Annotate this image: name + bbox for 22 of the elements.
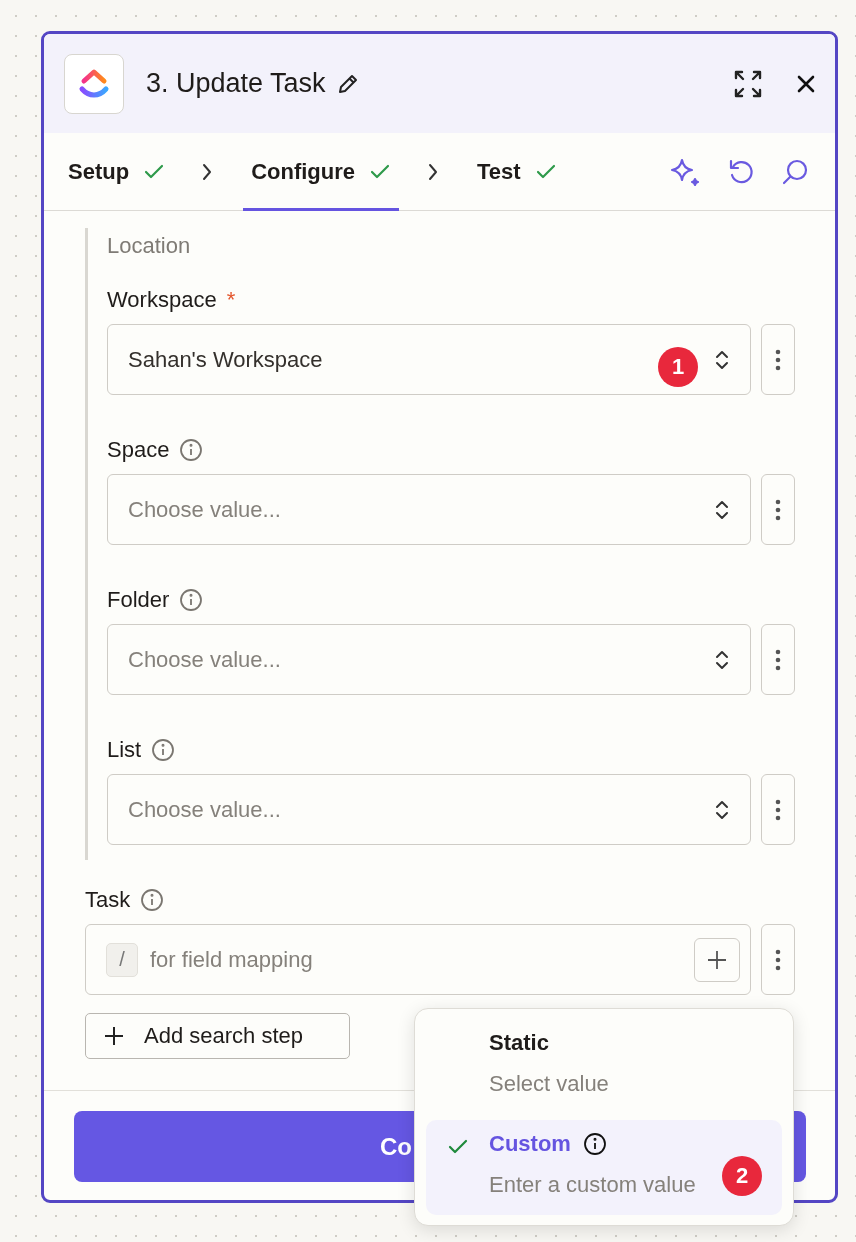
field-placeholder: Choose value... (128, 796, 281, 823)
option-description: Enter a custom value (489, 1172, 696, 1198)
number-badge: 1 (658, 346, 698, 387)
step-label: Configure (251, 158, 355, 185)
option-title: Custom (489, 1131, 571, 1157)
number-badge: 2 (722, 1156, 762, 1196)
panel-title: 3. Update Task (146, 68, 326, 99)
field-label: Task (85, 887, 131, 913)
option-title: Static (489, 1030, 549, 1056)
step-label: Setup (68, 158, 130, 185)
field-label: Workspace (107, 287, 217, 313)
section-heading: Location (107, 232, 192, 260)
field-value: Sahan's Workspace (128, 346, 323, 373)
field-placeholder: Choose value... (128, 496, 281, 523)
field-placeholder: Choose value... (128, 646, 281, 673)
field-label: Folder (107, 587, 170, 613)
required-mark: * (226, 287, 236, 313)
option-description: Select value (489, 1071, 609, 1097)
field-label: Space (107, 437, 170, 463)
slash-key-hint: / (106, 942, 138, 977)
step-label: Test (477, 158, 521, 185)
field-label: List (107, 737, 142, 763)
